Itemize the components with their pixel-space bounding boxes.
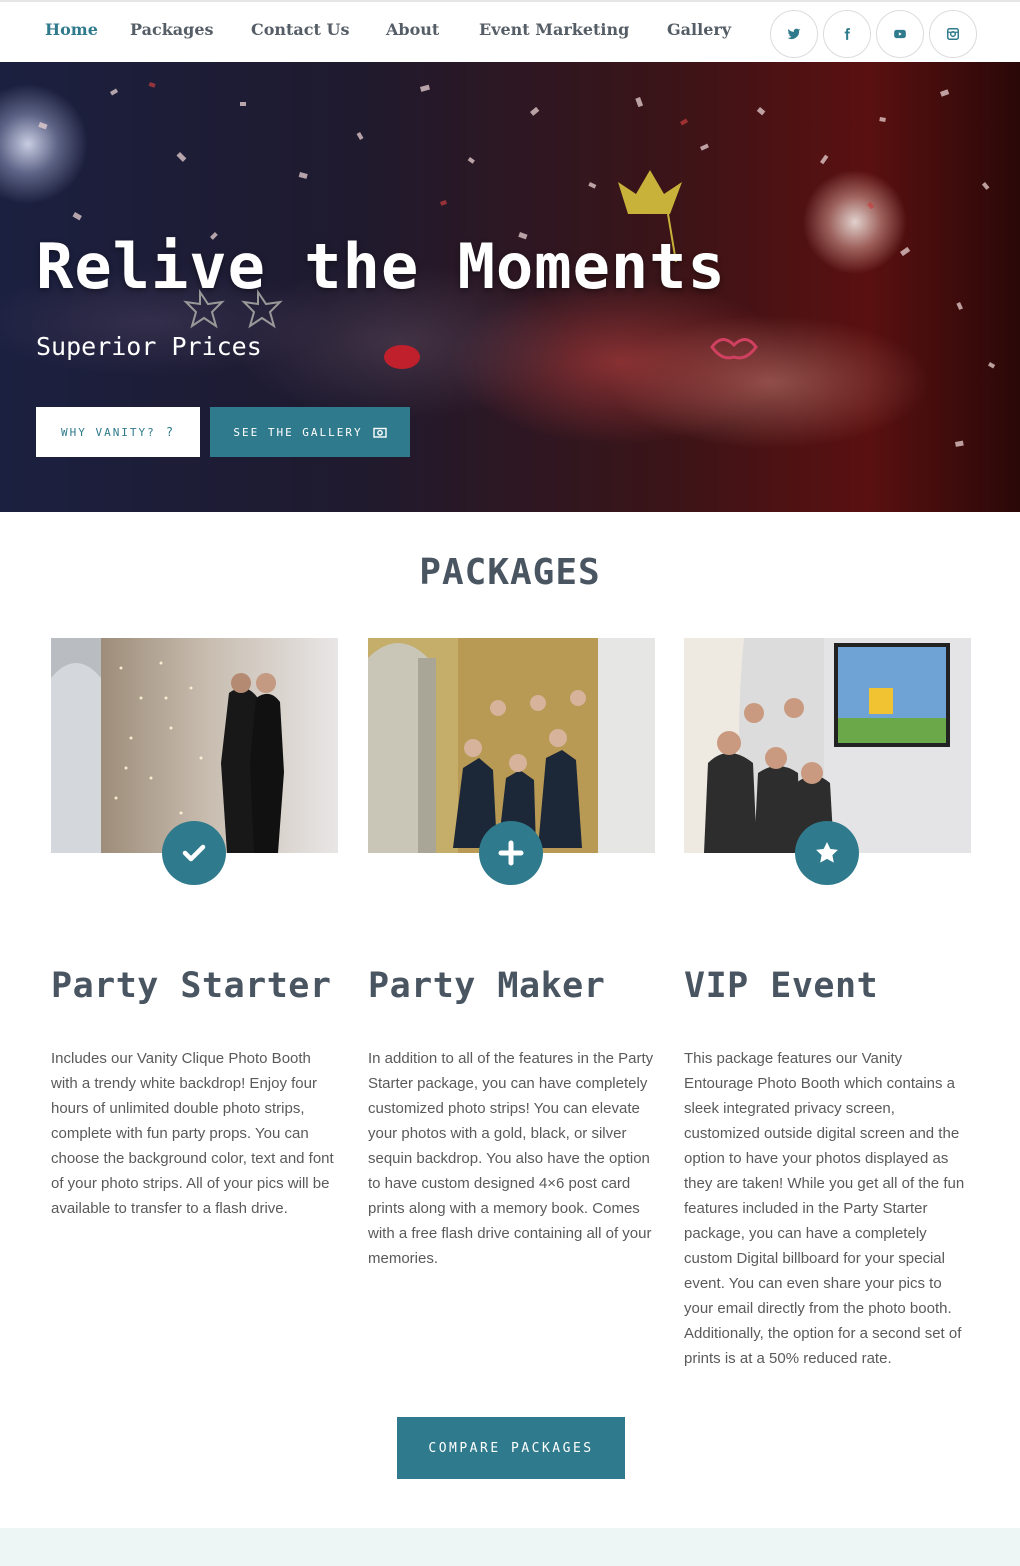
hero-banner: Relive the Moments Superior Prices WHY V… [0,62,1020,512]
question-icon: ? [165,425,176,439]
party-starter-title: Party Starter [51,966,332,1006]
youtube-icon [894,29,906,39]
party-maker-description: In addition to all of the features in th… [368,1050,654,1267]
nav-contact-us[interactable]: Contact Us [251,20,349,39]
hero-title: Relive the Moments [36,230,726,303]
facebook-button[interactable] [823,10,871,58]
plus-icon [498,840,524,866]
nav-about[interactable]: About [386,20,439,39]
nav-home[interactable]: Home [45,20,98,39]
hero-subtitle: Superior Prices [36,332,262,361]
camera-icon [372,427,387,438]
vip-event-title: VIP Event [684,966,879,1006]
check-badge [162,821,226,885]
check-icon [182,844,206,862]
instagram-icon [947,28,959,40]
why-vanity-label: WHY VANITY? [60,425,156,439]
instagram-button[interactable] [929,10,977,58]
twitter-button[interactable] [770,10,818,58]
why-vanity-button[interactable]: WHY VANITY? ? [36,407,200,457]
party-maker-title: Party Maker [368,966,606,1006]
vip-event-description: This package features our Vanity Entoura… [684,1050,965,1367]
packages-heading: PACKAGES [419,552,601,593]
see-gallery-label: SEE THE GALLERY [233,425,363,439]
see-gallery-button[interactable]: SEE THE GALLERY [210,407,410,457]
compare-packages-button[interactable]: COMPARE PACKAGES [397,1417,625,1479]
star-badge [795,821,859,885]
party-starter-description: Includes our Vanity Clique Photo Booth w… [51,1050,334,1217]
nav-packages[interactable]: Packages [130,20,214,39]
nav-gallery[interactable]: Gallery [667,20,731,39]
youtube-button[interactable] [876,10,924,58]
nav-event-marketing[interactable]: Event Marketing [479,20,629,39]
twitter-icon [787,28,801,40]
facebook-icon [844,28,850,40]
plus-badge [479,821,543,885]
footer-band [0,1528,1020,1566]
star-icon [816,842,838,863]
top-nav: Home Packages Contact Us About Event Mar… [0,0,1020,62]
